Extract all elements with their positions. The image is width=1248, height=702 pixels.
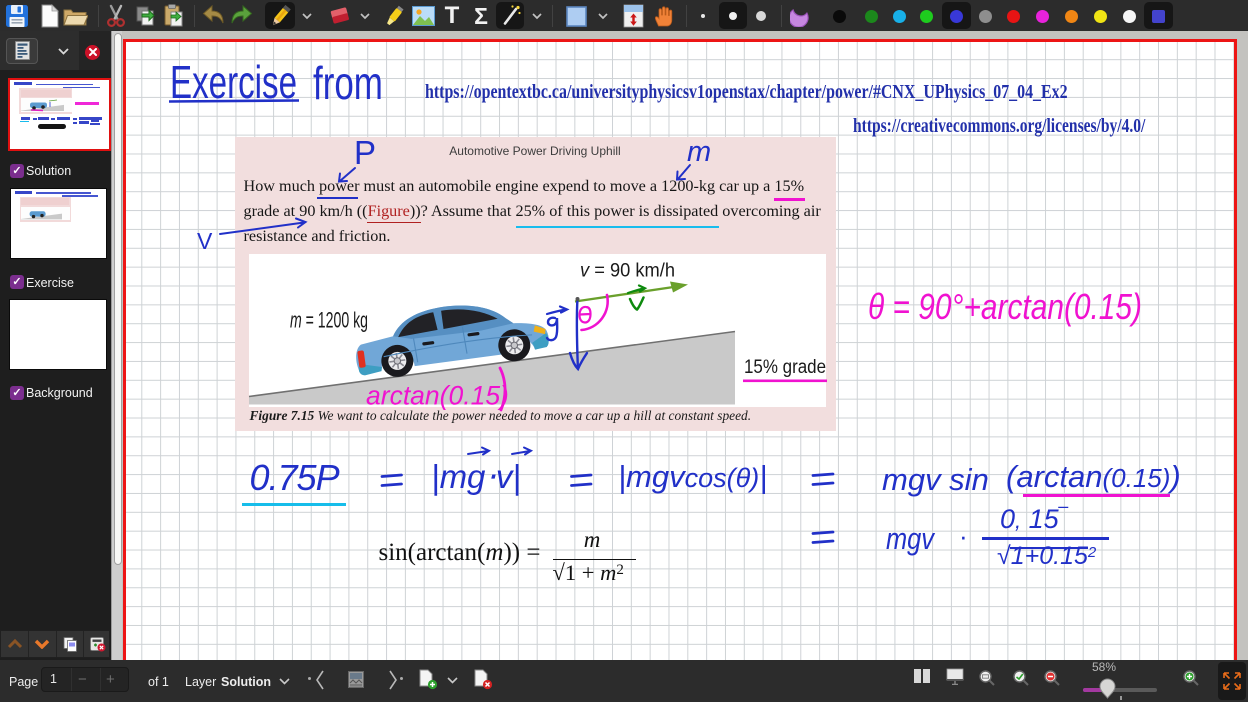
- svg-text:arctan(0.15): arctan(0.15): [366, 381, 509, 411]
- svg-text:m = 1200 kg: m = 1200 kg: [290, 308, 368, 333]
- svg-text:15% grade: 15% grade: [744, 356, 826, 378]
- svg-text:v = 90 km/h: v = 90 km/h: [580, 260, 675, 282]
